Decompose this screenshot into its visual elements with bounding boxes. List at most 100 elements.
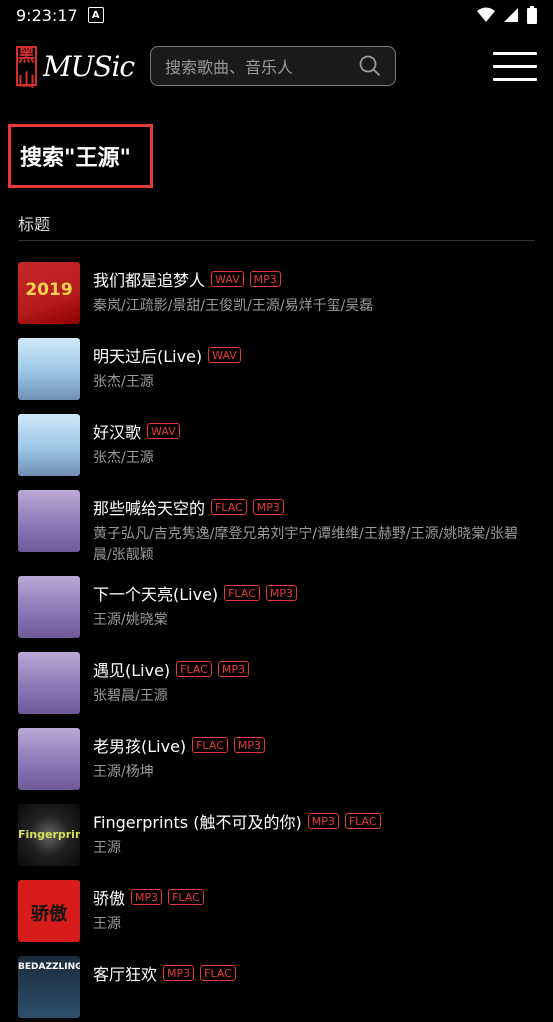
song-artists: 王源/姚晓棠 [93, 612, 168, 628]
song-title: 骄傲 [93, 889, 126, 908]
song-row[interactable]: 下一个天亮(Live) FLAC MP3 王源/姚晓棠 [0, 566, 553, 642]
song-row[interactable]: 老男孩(Live) FLAC MP3 王源/杨坤 [0, 718, 553, 794]
album-cover [18, 728, 80, 790]
album-cover: 2019 [18, 262, 80, 324]
album-cover [18, 414, 80, 476]
format-badge: FLAC [344, 813, 381, 829]
battery-icon [527, 6, 537, 24]
song-row[interactable]: 那些喊给天空的 FLAC MP3 黄子弘凡/吉克隽逸/摩登兄弟刘宇宁/谭维维/王赫野/… [0, 480, 553, 566]
app-logo[interactable]: 黑山 MUSic [16, 44, 135, 91]
song-title-row: 那些喊给天空的 FLAC MP3 [93, 495, 535, 519]
album-cover-text: 2019 [25, 280, 73, 300]
format-badge: WAV [211, 271, 244, 287]
song-info: Fingerprints (触不可及的你) MP3 FLAC 王源 [93, 804, 535, 870]
app-header: 黑山 MUSic 搜索歌曲、音乐人 [0, 30, 553, 104]
search-icon[interactable] [359, 55, 381, 77]
song-info: 遇见(Live) FLAC MP3 张碧晨/王源 [93, 652, 535, 718]
album-cover [18, 490, 80, 552]
format-badge: FLAC [168, 889, 204, 905]
song-row[interactable]: Fingerprints Fingerprints (触不可及的你) MP3 FLAC… [0, 794, 553, 870]
song-info: 老男孩(Live) FLAC MP3 王源/杨坤 [93, 728, 535, 794]
album-cover [18, 338, 80, 400]
format-badge: FLAC [224, 585, 260, 601]
divider [18, 240, 535, 241]
song-title-row: 我们都是追梦人 WAV MP3 [93, 267, 535, 291]
song-title-row: 好汉歌 WAV [93, 419, 535, 443]
song-artists: 黄子弘凡/吉克隽逸/摩登兄弟刘宇宁/谭维维/王赫野/王源/姚晓棠/张碧晨/张靓颖 [93, 526, 519, 563]
song-title: 遇见(Live) [93, 661, 171, 680]
song-info: 那些喊给天空的 FLAC MP3 黄子弘凡/吉克隽逸/摩登兄弟刘宇宁/谭维维/王赫野/… [93, 490, 535, 566]
song-title-row: Fingerprints (触不可及的你) MP3 FLAC [93, 809, 535, 833]
status-left: 9:23:17 A [16, 6, 104, 25]
format-badge: MP3 [131, 889, 163, 905]
song-info: 明天过后(Live) WAV 张杰/王源 [93, 338, 535, 404]
song-info: 我们都是追梦人 WAV MP3 秦岚/江疏影/景甜/王俊凯/王源/易烊千玺/吴磊 [93, 262, 535, 328]
song-row[interactable]: 好汉歌 WAV 张杰/王源 [0, 404, 553, 480]
song-title: 那些喊给天空的 [93, 499, 206, 518]
album-cover [18, 576, 80, 638]
album-cover [18, 652, 80, 714]
format-badge: FLAC [192, 737, 228, 753]
format-badge: FLAC [176, 661, 212, 677]
logo-mark: 黑山 [16, 46, 37, 91]
song-artists: 王源 [93, 916, 121, 932]
song-info: 客厅狂欢 MP3 FLAC [93, 956, 535, 1022]
status-right [477, 6, 537, 24]
song-info: 骄傲 MP3 FLAC 王源 [93, 880, 535, 946]
song-artists: 王源/杨坤 [93, 764, 154, 780]
status-bar: 9:23:17 A [0, 0, 553, 30]
song-title: 客厅狂欢 [93, 965, 158, 984]
song-title: 我们都是追梦人 [93, 271, 206, 290]
logo-text: MUSic [43, 49, 135, 83]
signal-icon [504, 8, 518, 22]
song-title: 明天过后(Live) [93, 347, 203, 366]
wifi-icon [477, 7, 495, 22]
search-heading: 搜索"王源" [20, 146, 131, 171]
format-badge: WAV [147, 423, 180, 439]
song-row[interactable]: BEDAZZLING 客厅狂欢 MP3 FLAC [0, 946, 553, 1022]
song-title-row: 老男孩(Live) FLAC MP3 [93, 733, 535, 757]
album-cover: 骄傲 [18, 880, 80, 942]
format-badge: MP3 [217, 661, 250, 677]
song-artists: 张杰/王源 [93, 374, 154, 390]
song-title-row: 骄傲 MP3 FLAC [93, 885, 535, 909]
format-badge: WAV [208, 347, 241, 363]
song-artists: 张杰/王源 [93, 450, 154, 466]
format-badge: MP3 [265, 585, 298, 601]
song-title: 好汉歌 [93, 423, 142, 442]
menu-icon[interactable] [493, 52, 537, 82]
format-badge: FLAC [211, 499, 247, 515]
status-time: 9:23:17 [16, 5, 78, 25]
song-title: 老男孩(Live) [93, 737, 187, 756]
album-cover: BEDAZZLING [18, 956, 80, 1018]
song-artists: 张碧晨/王源 [93, 688, 168, 704]
format-badge: MP3 [233, 737, 266, 753]
album-cover-text: BEDAZZLING [18, 962, 80, 972]
song-artists: 王源 [93, 840, 121, 856]
format-badge: FLAC [200, 965, 236, 981]
format-badge: MP3 [252, 499, 284, 515]
song-artists: 秦岚/江疏影/景甜/王俊凯/王源/易烊千玺/吴磊 [93, 298, 374, 314]
song-row[interactable]: 明天过后(Live) WAV 张杰/王源 [0, 328, 553, 404]
album-cover-text: Fingerprints [18, 828, 80, 841]
song-row[interactable]: 2019 我们都是追梦人 WAV MP3 秦岚/江疏影/景甜/王俊凯/王源/易烊千玺/吴… [0, 252, 553, 328]
search-input[interactable]: 搜索歌曲、音乐人 [150, 46, 396, 86]
song-info: 好汉歌 WAV 张杰/王源 [93, 414, 535, 480]
album-cover: Fingerprints [18, 804, 80, 866]
album-cover-text: 骄傲 [31, 904, 67, 925]
song-title-row: 客厅狂欢 MP3 FLAC [93, 961, 535, 985]
song-list: 2019 我们都是追梦人 WAV MP3 秦岚/江疏影/景甜/王俊凯/王源/易烊千玺/吴… [0, 252, 553, 1022]
song-title-row: 下一个天亮(Live) FLAC MP3 [93, 581, 535, 605]
song-title: 下一个天亮(Live) [93, 585, 219, 604]
song-title-row: 明天过后(Live) WAV [93, 343, 535, 367]
search-placeholder: 搜索歌曲、音乐人 [165, 58, 294, 77]
sim-icon: A [87, 7, 104, 23]
song-title: Fingerprints (触不可及的你) [93, 813, 302, 832]
format-badge: MP3 [249, 271, 281, 287]
song-row[interactable]: 骄傲 骄傲 MP3 FLAC 王源 [0, 870, 553, 946]
format-badge: MP3 [163, 965, 195, 981]
song-row[interactable]: 遇见(Live) FLAC MP3 张碧晨/王源 [0, 642, 553, 718]
song-info: 下一个天亮(Live) FLAC MP3 王源/姚晓棠 [93, 576, 535, 642]
section-label: 标题 [18, 215, 51, 234]
search-heading-box: 搜索"王源" [8, 124, 153, 188]
